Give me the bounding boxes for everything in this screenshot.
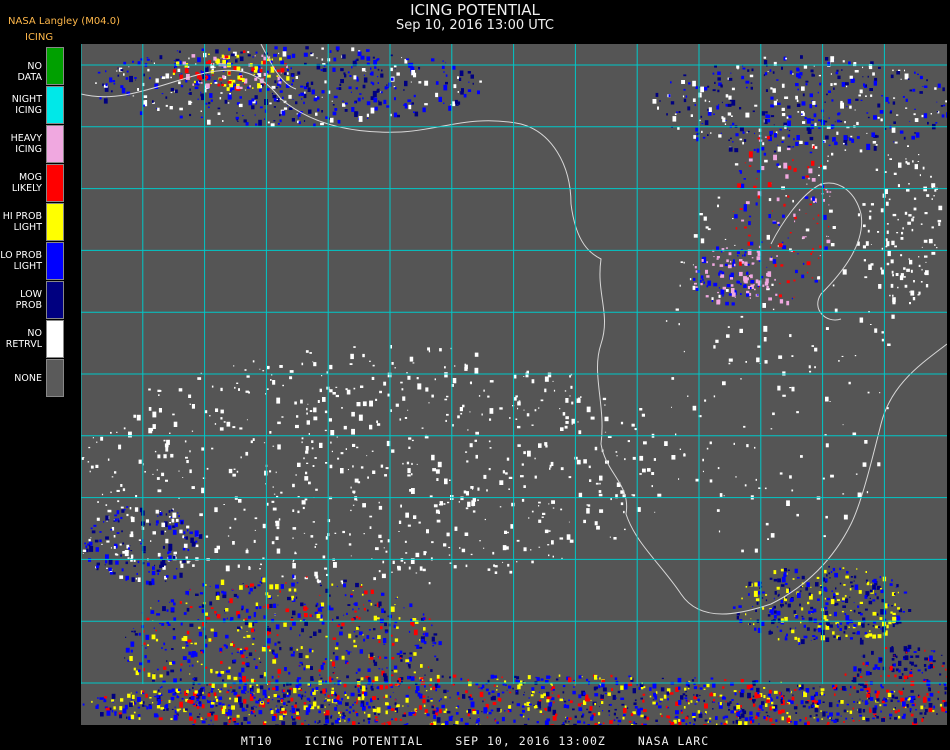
map-datetime: Sep 10, 2016 13:00 UTC: [395, 18, 555, 33]
producer-label: NASA Langley (M04.0): [8, 16, 120, 27]
legend-swatch: [46, 125, 64, 163]
legend-label: LOW PROB: [15, 289, 42, 311]
legend-swatch: [46, 320, 64, 358]
legend-item: LOW PROB: [0, 281, 66, 320]
footer-product: ICING POTENTIAL: [304, 734, 424, 748]
legend-item: HI PROB LIGHT: [0, 203, 66, 242]
footer-code: MT10: [240, 734, 273, 748]
footer-line: MT10 ICING POTENTIAL SEP 10, 2016 13:00Z…: [0, 734, 950, 748]
legend-item: NONE: [0, 359, 66, 398]
legend-swatch: [46, 242, 64, 280]
footer-date: SEP 10, 2016 13:00Z: [455, 734, 606, 748]
legend-item: NO DATA: [0, 47, 66, 86]
legend-label: HEAVY ICING: [10, 133, 42, 155]
legend-item: LO PROB LIGHT: [0, 242, 66, 281]
legend-item: NO RETRVL: [0, 320, 66, 359]
map-svg: [81, 44, 947, 725]
map-title: ICING POTENTIAL: [410, 1, 540, 19]
legend-label: NO DATA: [17, 61, 42, 83]
legend-label: NONE: [14, 373, 42, 384]
footer-source: NASA LARC: [637, 734, 710, 748]
product-label: ICING: [25, 32, 54, 43]
legend-swatch: [46, 281, 64, 319]
icing-map: [81, 44, 947, 725]
legend-swatch: [46, 203, 64, 241]
legend-item: NIGHT ICING: [0, 86, 66, 125]
legend-item: MOG LIKELY: [0, 164, 66, 203]
legend-label: NIGHT ICING: [11, 94, 42, 116]
legend-swatch: [46, 86, 64, 124]
color-legend: NO DATA NIGHT ICING HEAVY ICING MOG LIKELY H…: [0, 47, 66, 402]
legend-label: LO PROB LIGHT: [0, 250, 42, 272]
legend-swatch: [46, 359, 64, 397]
legend-swatch: [46, 164, 64, 202]
legend-swatch: [46, 47, 64, 85]
legend-label: HI PROB LIGHT: [2, 211, 42, 233]
legend-label: MOG LIKELY: [11, 172, 42, 194]
legend-item: HEAVY ICING: [0, 125, 66, 164]
legend-label: NO RETRVL: [5, 328, 42, 350]
